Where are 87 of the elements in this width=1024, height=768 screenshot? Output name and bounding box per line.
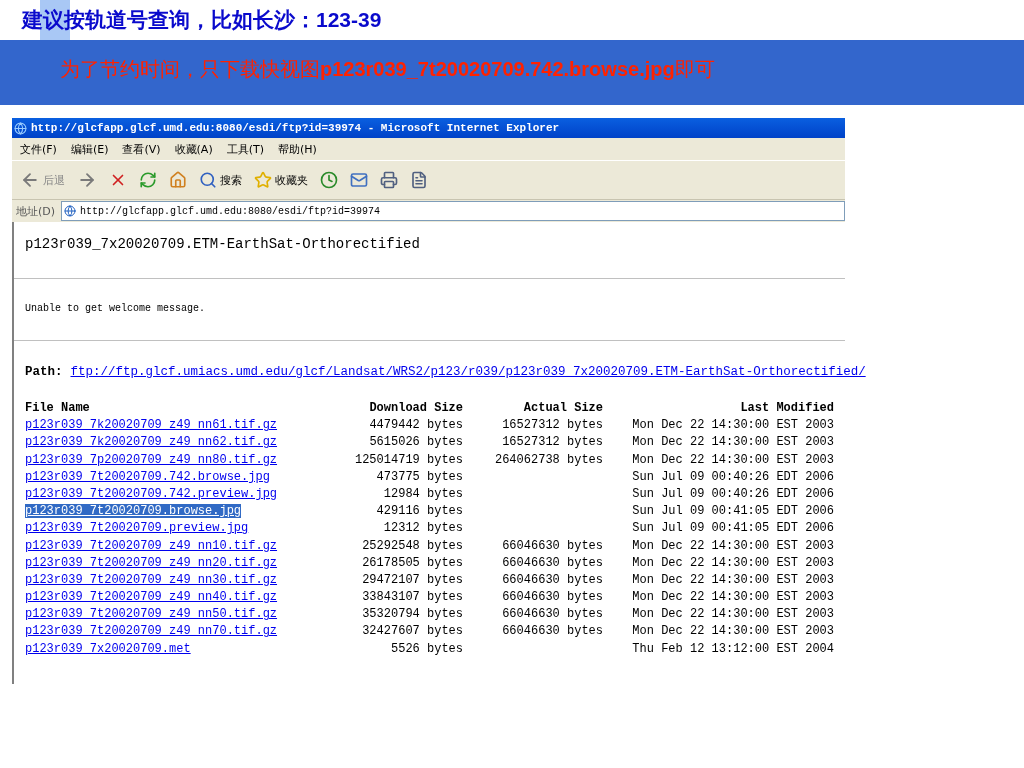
table-cell-text: 473775 bytes <box>375 469 463 484</box>
search-icon <box>199 171 217 189</box>
file-link[interactable]: p123r039_7t20020709_z49_nn20.tif.gz <box>25 555 278 570</box>
star-icon <box>254 171 272 189</box>
print-button[interactable] <box>378 169 400 191</box>
table-cell-text: 5615026 bytes <box>368 435 463 450</box>
file-link[interactable]: p123r039_7t20020709.browse.jpg <box>25 504 242 519</box>
table-cell-text: Mon Dec 22 14:30:00 EST 2003 <box>631 418 834 433</box>
table-cell-text: 33843107 bytes <box>361 590 463 605</box>
table-cell-text: 5526 bytes <box>390 641 463 656</box>
history-button[interactable] <box>318 169 340 191</box>
browser-icon <box>14 121 27 135</box>
menu-item[interactable]: 查看(V) <box>122 141 161 157</box>
table-cell-text: 25292548 bytes <box>361 538 463 553</box>
menu-item[interactable]: 收藏(A) <box>174 141 213 157</box>
table-cell-text: 26178505 bytes <box>361 555 463 570</box>
table-cell-text: 35320794 bytes <box>361 607 463 622</box>
search-button[interactable]: 搜索 <box>197 169 244 191</box>
document-icon <box>410 171 428 189</box>
column-header: Actual Size <box>522 401 603 415</box>
table-cell-text: 29472107 bytes <box>361 572 463 587</box>
table-cell-text: Mon Dec 22 14:30:00 EST 2003 <box>631 538 834 553</box>
file-link[interactable]: p123r039_7t20020709_z49_nn70.tif.gz <box>25 624 278 639</box>
forward-icon <box>77 170 97 190</box>
file-link[interactable]: p123r039_7t20020709.742.browse.jpg <box>25 469 270 484</box>
table-cell-text: 12312 bytes <box>382 521 463 536</box>
slide-title: 建议按轨道号查询，比如长沙：123-39 <box>20 7 383 33</box>
table-cell-text: Mon Dec 22 14:30:00 EST 2003 <box>631 572 834 587</box>
file-link[interactable]: p123r039_7t20020709_z49_nn50.tif.gz <box>25 607 278 622</box>
home-icon <box>169 171 187 189</box>
table-cell-text: Mon Dec 22 14:30:00 EST 2003 <box>631 435 834 450</box>
page-icon <box>64 205 77 217</box>
table-cell-text: Sun Jul 09 00:40:26 EDT 2006 <box>631 469 834 484</box>
welcome-message: Unable to get welcome message. <box>25 303 207 314</box>
file-link[interactable]: p123r039_7x20020709.met <box>25 641 191 656</box>
address-label: 地址(D) <box>16 203 56 219</box>
table-cell-text: 66046630 bytes <box>501 624 603 639</box>
file-link[interactable]: p123r039_7t20020709.742.preview.jpg <box>25 486 278 501</box>
table-cell-text: Mon Dec 22 14:30:00 EST 2003 <box>631 555 834 570</box>
file-link[interactable]: p123r039_7t20020709_z49_nn30.tif.gz <box>25 572 278 587</box>
table-cell-text: Mon Dec 22 14:30:00 EST 2003 <box>631 624 834 639</box>
table-cell-text: 264062738 bytes <box>493 452 603 467</box>
table-cell-text: 4479442 bytes <box>368 418 463 433</box>
table-cell-text: Sun Jul 09 00:40:26 EDT 2006 <box>631 486 834 501</box>
table-cell-text: Sun Jul 09 00:41:05 EDT 2006 <box>631 521 834 536</box>
printer-icon <box>380 171 398 189</box>
table-cell-text: 16527312 bytes <box>501 435 603 450</box>
table-cell-text: 125014719 bytes <box>353 452 463 467</box>
column-header: Last Modified <box>739 401 834 415</box>
column-header: Download Size <box>368 401 463 415</box>
table-cell-text: Mon Dec 22 14:30:00 EST 2003 <box>631 590 834 605</box>
mail-icon <box>350 171 368 189</box>
file-link[interactable]: p123r039_7t20020709.preview.jpg <box>25 521 249 536</box>
table-cell-text: Thu Feb 12 13:12:00 EST 2004 <box>631 641 834 656</box>
file-link[interactable]: p123r039_7k20020709_z49_nn61.tif.gz <box>25 418 278 433</box>
table-cell-text: 66046630 bytes <box>501 538 603 553</box>
menu-item[interactable]: 文件(F) <box>20 141 57 157</box>
table-cell-text: 429116 bytes <box>375 504 463 519</box>
table-cell-text: 66046630 bytes <box>501 607 603 622</box>
page-heading: p123r039_7x20020709.ETM-EarthSat-Orthorectified <box>25 236 421 252</box>
table-cell-text: 66046630 bytes <box>501 572 603 587</box>
favorites-button[interactable]: 收藏夹 <box>252 169 310 191</box>
address-field[interactable]: http://glcfapp.glcf.umd.edu:8080/esdi/ftp?id=39974 <box>61 201 845 221</box>
slide-subtitle: 为了节约时间，只下载快视图p123r039_7t20020709.742.browse.jpg即可 <box>60 57 715 82</box>
file-link[interactable]: p123r039_7t20020709_z49_nn40.tif.gz <box>25 590 278 605</box>
menu-item[interactable]: 工具(T) <box>226 141 264 157</box>
table-cell-text: Mon Dec 22 14:30:00 EST 2003 <box>631 607 834 622</box>
table-cell-text: 16527312 bytes <box>501 418 603 433</box>
column-header: File Name <box>25 401 91 415</box>
menu-item[interactable]: 编辑(E) <box>70 141 109 157</box>
table-cell-text: 12984 bytes <box>382 486 463 501</box>
home-button[interactable] <box>167 169 189 191</box>
history-icon <box>320 171 338 189</box>
table-cell-text: 66046630 bytes <box>501 590 603 605</box>
menu-item[interactable]: 帮助(H) <box>278 141 317 157</box>
table-cell-text: 32427607 bytes <box>361 624 463 639</box>
table-cell-text: 66046630 bytes <box>501 555 603 570</box>
refresh-icon <box>139 171 157 189</box>
file-link[interactable]: p123r039_7p20020709_z49_nn80.tif.gz <box>25 452 278 467</box>
file-link[interactable]: p123r039_7k20020709_z49_nn62.tif.gz <box>25 435 278 450</box>
path-link[interactable]: ftp://ftp.glcf.umiacs.umd.edu/glcf/Landsat/WRS2/p123/r039/p123r039_7x20020709.ETM-EarthSat-Orthorectified/ <box>70 365 866 379</box>
path-label: Path: <box>25 365 63 379</box>
window-title: http://glcfapp.glcf.umd.edu:8080/esdi/ftp?id=39974 - Microsoft Internet Explorer <box>12 118 845 138</box>
table-cell-text: Sun Jul 09 00:41:05 EDT 2006 <box>631 504 834 519</box>
table-cell-text: Mon Dec 22 14:30:00 EST 2003 <box>631 452 834 467</box>
back-icon <box>20 170 40 190</box>
file-link[interactable]: p123r039_7t20020709_z49_nn10.tif.gz <box>25 538 278 553</box>
